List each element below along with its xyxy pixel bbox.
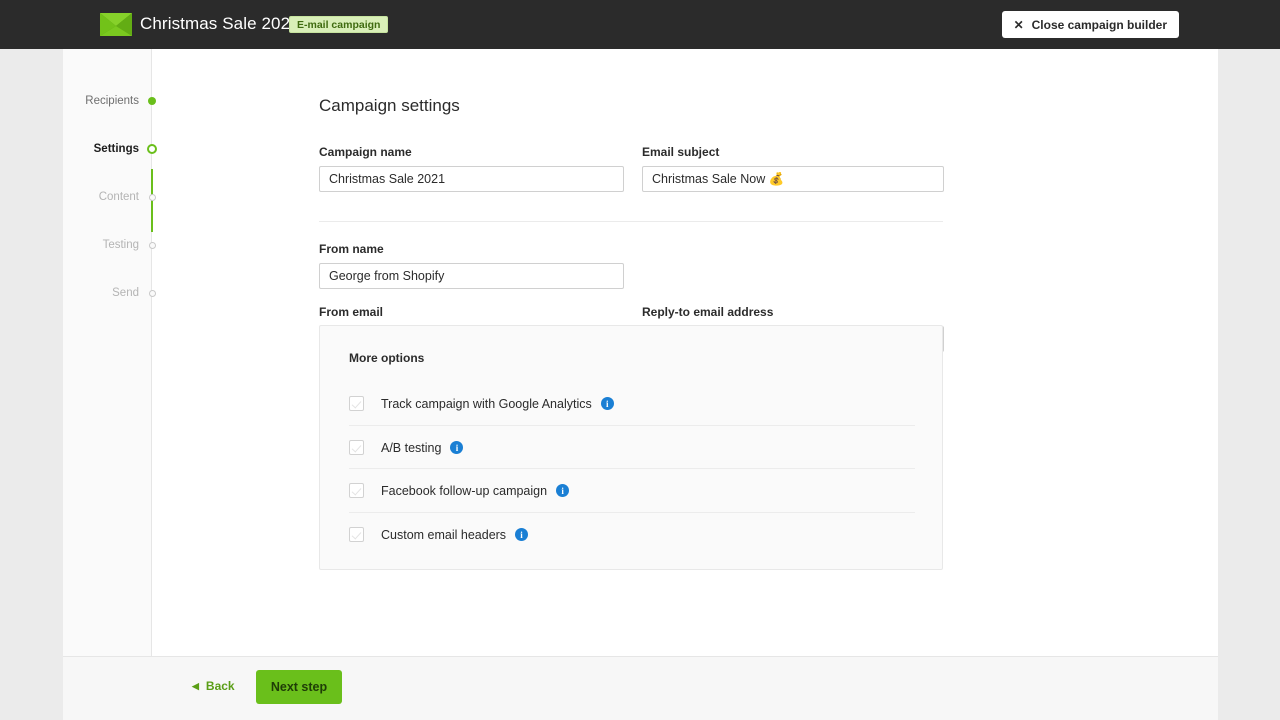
email-subject-label: Email subject [642, 145, 944, 159]
top-bar: Christmas Sale 2021 E-mail campaign ✕ Cl… [0, 0, 1280, 49]
settings-form: Campaign name Email subject From name [319, 145, 943, 221]
chevron-left-icon: ◀ [192, 682, 199, 691]
sidebar-item-send[interactable]: Send [63, 285, 152, 301]
page-title: Campaign settings [319, 96, 460, 116]
checkbox-custom-headers[interactable] [349, 527, 364, 542]
option-label-ab-testing: A/B testing [381, 441, 441, 455]
back-link-label: Back [206, 679, 235, 693]
envelope-icon [100, 13, 132, 36]
option-label-custom-headers: Custom email headers [381, 528, 506, 542]
back-link[interactable]: ◀ Back [192, 679, 235, 693]
option-label-google-analytics: Track campaign with Google Analytics [381, 397, 592, 411]
builder-shell: Recipients Settings Content Testing Send… [63, 49, 1218, 720]
step-label-content: Content [99, 191, 152, 203]
info-icon[interactable]: i [515, 528, 528, 541]
checkbox-ab-testing[interactable] [349, 440, 364, 455]
checkbox-google-analytics[interactable] [349, 396, 364, 411]
email-subject-input[interactable] [642, 166, 944, 192]
step-label-recipients: Recipients [85, 95, 152, 107]
from-name-label: From name [319, 242, 624, 256]
campaign-name-field-group: Campaign name [319, 145, 624, 192]
close-icon: ✕ [1014, 19, 1024, 31]
more-options-title: More options [349, 351, 424, 365]
step-marker-todo [149, 194, 156, 201]
step-label-send: Send [112, 287, 152, 299]
from-name-field-group: From name [319, 242, 624, 289]
form-divider-1 [319, 221, 943, 222]
info-icon[interactable]: i [450, 441, 463, 454]
sidebar-item-recipients[interactable]: Recipients [63, 93, 152, 109]
more-options-panel: More options Track campaign with Google … [319, 325, 943, 570]
step-marker-todo [149, 242, 156, 249]
option-row-custom-headers[interactable]: Custom email headers i [349, 513, 915, 556]
step-label-settings: Settings [94, 143, 152, 155]
campaign-name-label: Campaign name [319, 145, 624, 159]
campaign-title: Christmas Sale 2021 [140, 14, 300, 34]
reply-to-label: Reply-to email address [642, 305, 944, 319]
option-label-facebook-followup: Facebook follow-up campaign [381, 484, 547, 498]
close-button-label: Close campaign builder [1032, 18, 1167, 32]
option-row-ab-testing[interactable]: A/B testing i [349, 426, 915, 469]
info-icon[interactable]: i [601, 397, 614, 410]
email-subject-field-group: Email subject [642, 145, 944, 192]
step-label-testing: Testing [103, 239, 152, 251]
step-marker-done [148, 97, 156, 105]
footer-bar: ◀ Back Next step [63, 656, 1218, 720]
from-email-label: From email [319, 305, 624, 319]
option-row-facebook-followup[interactable]: Facebook follow-up campaign i [349, 469, 915, 512]
sidebar-item-testing[interactable]: Testing [63, 237, 152, 253]
info-icon[interactable]: i [556, 484, 569, 497]
sidebar-item-settings[interactable]: Settings [63, 141, 152, 157]
campaign-name-input[interactable] [319, 166, 624, 192]
next-step-button[interactable]: Next step [256, 670, 342, 704]
form-row-1: Campaign name Email subject [319, 145, 943, 221]
checkbox-facebook-followup[interactable] [349, 483, 364, 498]
step-marker-todo [149, 290, 156, 297]
from-name-input[interactable] [319, 263, 624, 289]
campaign-type-badge: E-mail campaign [289, 16, 388, 33]
step-marker-active [147, 144, 157, 154]
option-row-google-analytics[interactable]: Track campaign with Google Analytics i [349, 382, 915, 425]
close-campaign-builder-button[interactable]: ✕ Close campaign builder [1002, 11, 1179, 38]
sidebar-item-content[interactable]: Content [63, 189, 152, 205]
